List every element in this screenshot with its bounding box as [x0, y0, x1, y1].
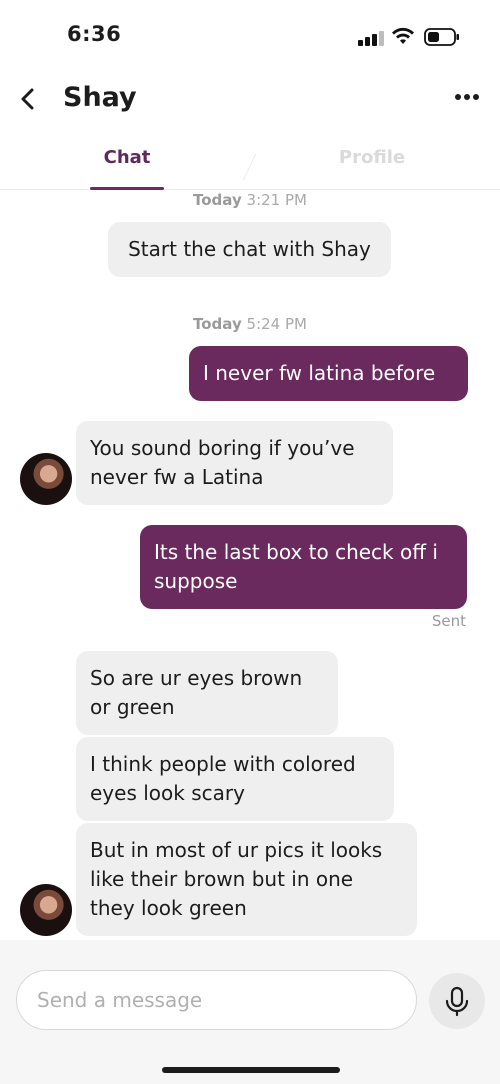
cellular-signal-icon: [358, 30, 384, 46]
timestamp-time: 5:24 PM: [246, 315, 307, 333]
status-time: 6:36: [67, 22, 122, 46]
tab-divider: [242, 153, 257, 181]
sent-message[interactable]: I never fw latina before: [189, 346, 468, 401]
received-message[interactable]: But in most of ur pics it looks like the…: [76, 823, 417, 936]
status-bar: 6:36: [0, 0, 500, 70]
tab-profile[interactable]: Profile: [322, 147, 422, 168]
received-message[interactable]: You sound boring if you’ve never fw a La…: [76, 421, 393, 505]
timestamp-time: 3:21 PM: [246, 191, 307, 209]
timestamp-day: Today: [193, 315, 242, 333]
more-options-button[interactable]: [450, 92, 484, 106]
timestamp: Today 3:21 PM: [0, 191, 500, 209]
tab-chat[interactable]: Chat: [90, 147, 164, 168]
microphone-icon: [445, 986, 469, 1017]
timestamp: Today 5:24 PM: [0, 315, 500, 333]
sent-status: Sent: [431, 612, 466, 630]
message-input[interactable]: [16, 970, 417, 1030]
received-message[interactable]: So are ur eyes brown or green: [76, 651, 338, 735]
contact-name: Shay: [63, 82, 137, 113]
microphone-button[interactable]: [429, 973, 485, 1029]
chevron-left-icon: [21, 88, 34, 110]
battery-icon: [424, 28, 459, 46]
timestamp-day: Today: [193, 191, 242, 209]
avatar[interactable]: [20, 453, 72, 505]
active-tab-indicator: [90, 187, 164, 190]
system-message: Start the chat with Shay: [108, 222, 391, 277]
received-message[interactable]: I think people with colored eyes look sc…: [76, 737, 394, 821]
message-composer: [0, 940, 500, 1084]
avatar[interactable]: [20, 884, 72, 936]
home-indicator: [162, 1067, 340, 1073]
wifi-icon: [392, 27, 414, 44]
back-button[interactable]: [12, 82, 44, 116]
tab-bar: Chat Profile: [0, 130, 500, 190]
sent-message[interactable]: Its the last box to check off i suppose: [140, 525, 467, 609]
